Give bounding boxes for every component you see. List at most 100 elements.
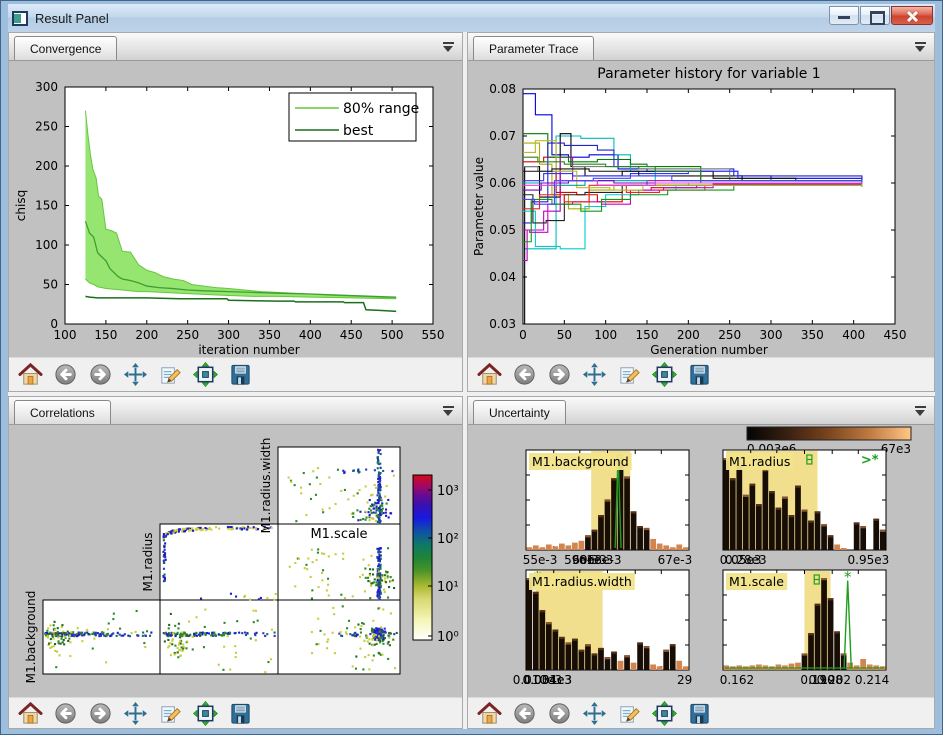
convergence-tabbar: Convergence [9,33,462,61]
back-button[interactable] [52,361,79,388]
svg-text:50: 50 [557,328,572,342]
svg-text:best: best [343,123,374,139]
convergence-toolbar [9,357,462,391]
correlations-figure: M1.scaleM1.radius.widthM1.radiusM1.backg… [9,425,462,697]
forward-button[interactable] [87,361,114,388]
svg-text:0.07: 0.07 [489,129,516,143]
svg-text:M1.scale: M1.scale [729,574,784,589]
save-button[interactable] [227,700,254,727]
pan-button[interactable] [122,361,149,388]
save-button[interactable] [686,700,713,727]
uncertainty-figure: 0.003e667e3M1.backgroundM1.background55e… [468,425,934,697]
svg-text:350: 350 [801,328,824,342]
parameter-trace-tabbar: Parameter Trace [468,33,934,61]
svg-text:150: 150 [35,199,58,213]
svg-text:0.03: 0.03 [489,317,516,331]
svg-text:250: 250 [718,328,741,342]
minimize-button[interactable] [829,6,859,25]
tab-list-dropdown-icon[interactable] [443,42,454,52]
uncertainty-tabbar: Uncertainty [468,397,934,425]
svg-text:0.162: 0.162 [720,673,754,687]
edit-button[interactable] [157,361,184,388]
tab-correlations[interactable]: Correlations [14,400,111,424]
svg-text:M1.radius: M1.radius [141,533,155,592]
svg-text:M1.background: M1.background [532,454,629,469]
svg-text:M1.radius.width: M1.radius.width [532,574,632,589]
configure-subplots-button[interactable] [192,700,219,727]
parameter-trace-toolbar [468,357,934,391]
tab-parameter-trace[interactable]: Parameter Trace [473,36,594,60]
svg-text:10⁰: 10⁰ [437,630,459,645]
tab-convergence[interactable]: Convergence [14,36,117,60]
home-button[interactable] [17,361,44,388]
edit-button[interactable] [616,700,643,727]
svg-text:250: 250 [176,328,199,342]
correlations-tabbar: Correlations [9,397,462,425]
svg-text:Parameter history for variable: Parameter history for variable 1 [597,66,820,82]
window-title: Result Panel [35,11,109,26]
svg-text:55e-3: 55e-3 [523,553,558,567]
svg-text:0.08: 0.08 [489,82,516,96]
svg-text:50: 50 [43,278,58,292]
svg-text:300: 300 [35,80,58,94]
svg-text:10²: 10² [437,532,459,547]
svg-text:iteration number: iteration number [198,343,299,356]
svg-text:0.214: 0.214 [855,673,889,687]
svg-text:400: 400 [842,328,865,342]
edit-button[interactable] [616,361,643,388]
correlations-toolbar [9,697,462,728]
svg-text:400: 400 [299,328,322,342]
svg-text:0.04: 0.04 [489,270,516,284]
svg-text:M1.radius: M1.radius [729,454,790,469]
back-button[interactable] [511,700,538,727]
svg-text:0.202: 0.202 [817,673,851,687]
configure-subplots-button[interactable] [192,361,219,388]
forward-button[interactable] [87,700,114,727]
svg-text:80% range: 80% range [343,101,419,117]
edit-button[interactable] [157,700,184,727]
svg-text:67e-3: 67e-3 [658,553,693,567]
svg-text:200: 200 [35,159,58,173]
tab-correlations-label: Correlations [30,406,95,420]
svg-text:0.06: 0.06 [489,176,516,190]
svg-text:0: 0 [50,317,58,331]
titlebar[interactable]: Result Panel [8,4,935,32]
pan-button[interactable] [122,700,149,727]
home-button[interactable] [476,361,503,388]
svg-text:M1.radius.width: M1.radius.width [259,438,273,534]
configure-subplots-button[interactable] [651,700,678,727]
home-button[interactable] [476,700,503,727]
tab-list-dropdown-icon[interactable] [915,42,926,52]
home-button[interactable] [17,700,44,727]
tab-list-dropdown-icon[interactable] [443,406,454,416]
svg-text:300: 300 [217,328,240,342]
result-panel-window: Result Panel Convergence 100150200250300… [0,0,943,735]
configure-subplots-button[interactable] [651,361,678,388]
parameter-trace-figure: Parameter history for variable 105010015… [468,61,934,357]
save-button[interactable] [686,361,713,388]
svg-text:550: 550 [422,328,445,342]
back-button[interactable] [52,700,79,727]
svg-text:0.05: 0.05 [489,223,516,237]
pan-button[interactable] [581,700,608,727]
svg-text:Generation number: Generation number [650,343,768,356]
svg-text:chisq: chisq [14,190,28,221]
svg-text:450: 450 [884,328,907,342]
tab-list-dropdown-icon[interactable] [915,406,926,416]
save-button[interactable] [227,361,254,388]
uncertainty-toolbar [468,697,934,728]
pan-button[interactable] [581,361,608,388]
convergence-figure: 1001502002503003504004505005500501001502… [9,61,462,357]
svg-text:200: 200 [135,328,158,342]
svg-text:150: 150 [94,328,117,342]
close-button[interactable] [891,6,933,25]
svg-text:>*: >* [861,453,879,468]
forward-button[interactable] [546,361,573,388]
tab-parameter-trace-label: Parameter Trace [489,42,578,56]
maximize-button[interactable] [860,6,890,25]
forward-button[interactable] [546,700,573,727]
correlations-panel: Correlations M1.scaleM1.radius.widthM1.r… [8,396,463,729]
tab-uncertainty[interactable]: Uncertainty [473,400,566,424]
back-button[interactable] [511,361,538,388]
tab-uncertainty-label: Uncertainty [489,406,550,420]
